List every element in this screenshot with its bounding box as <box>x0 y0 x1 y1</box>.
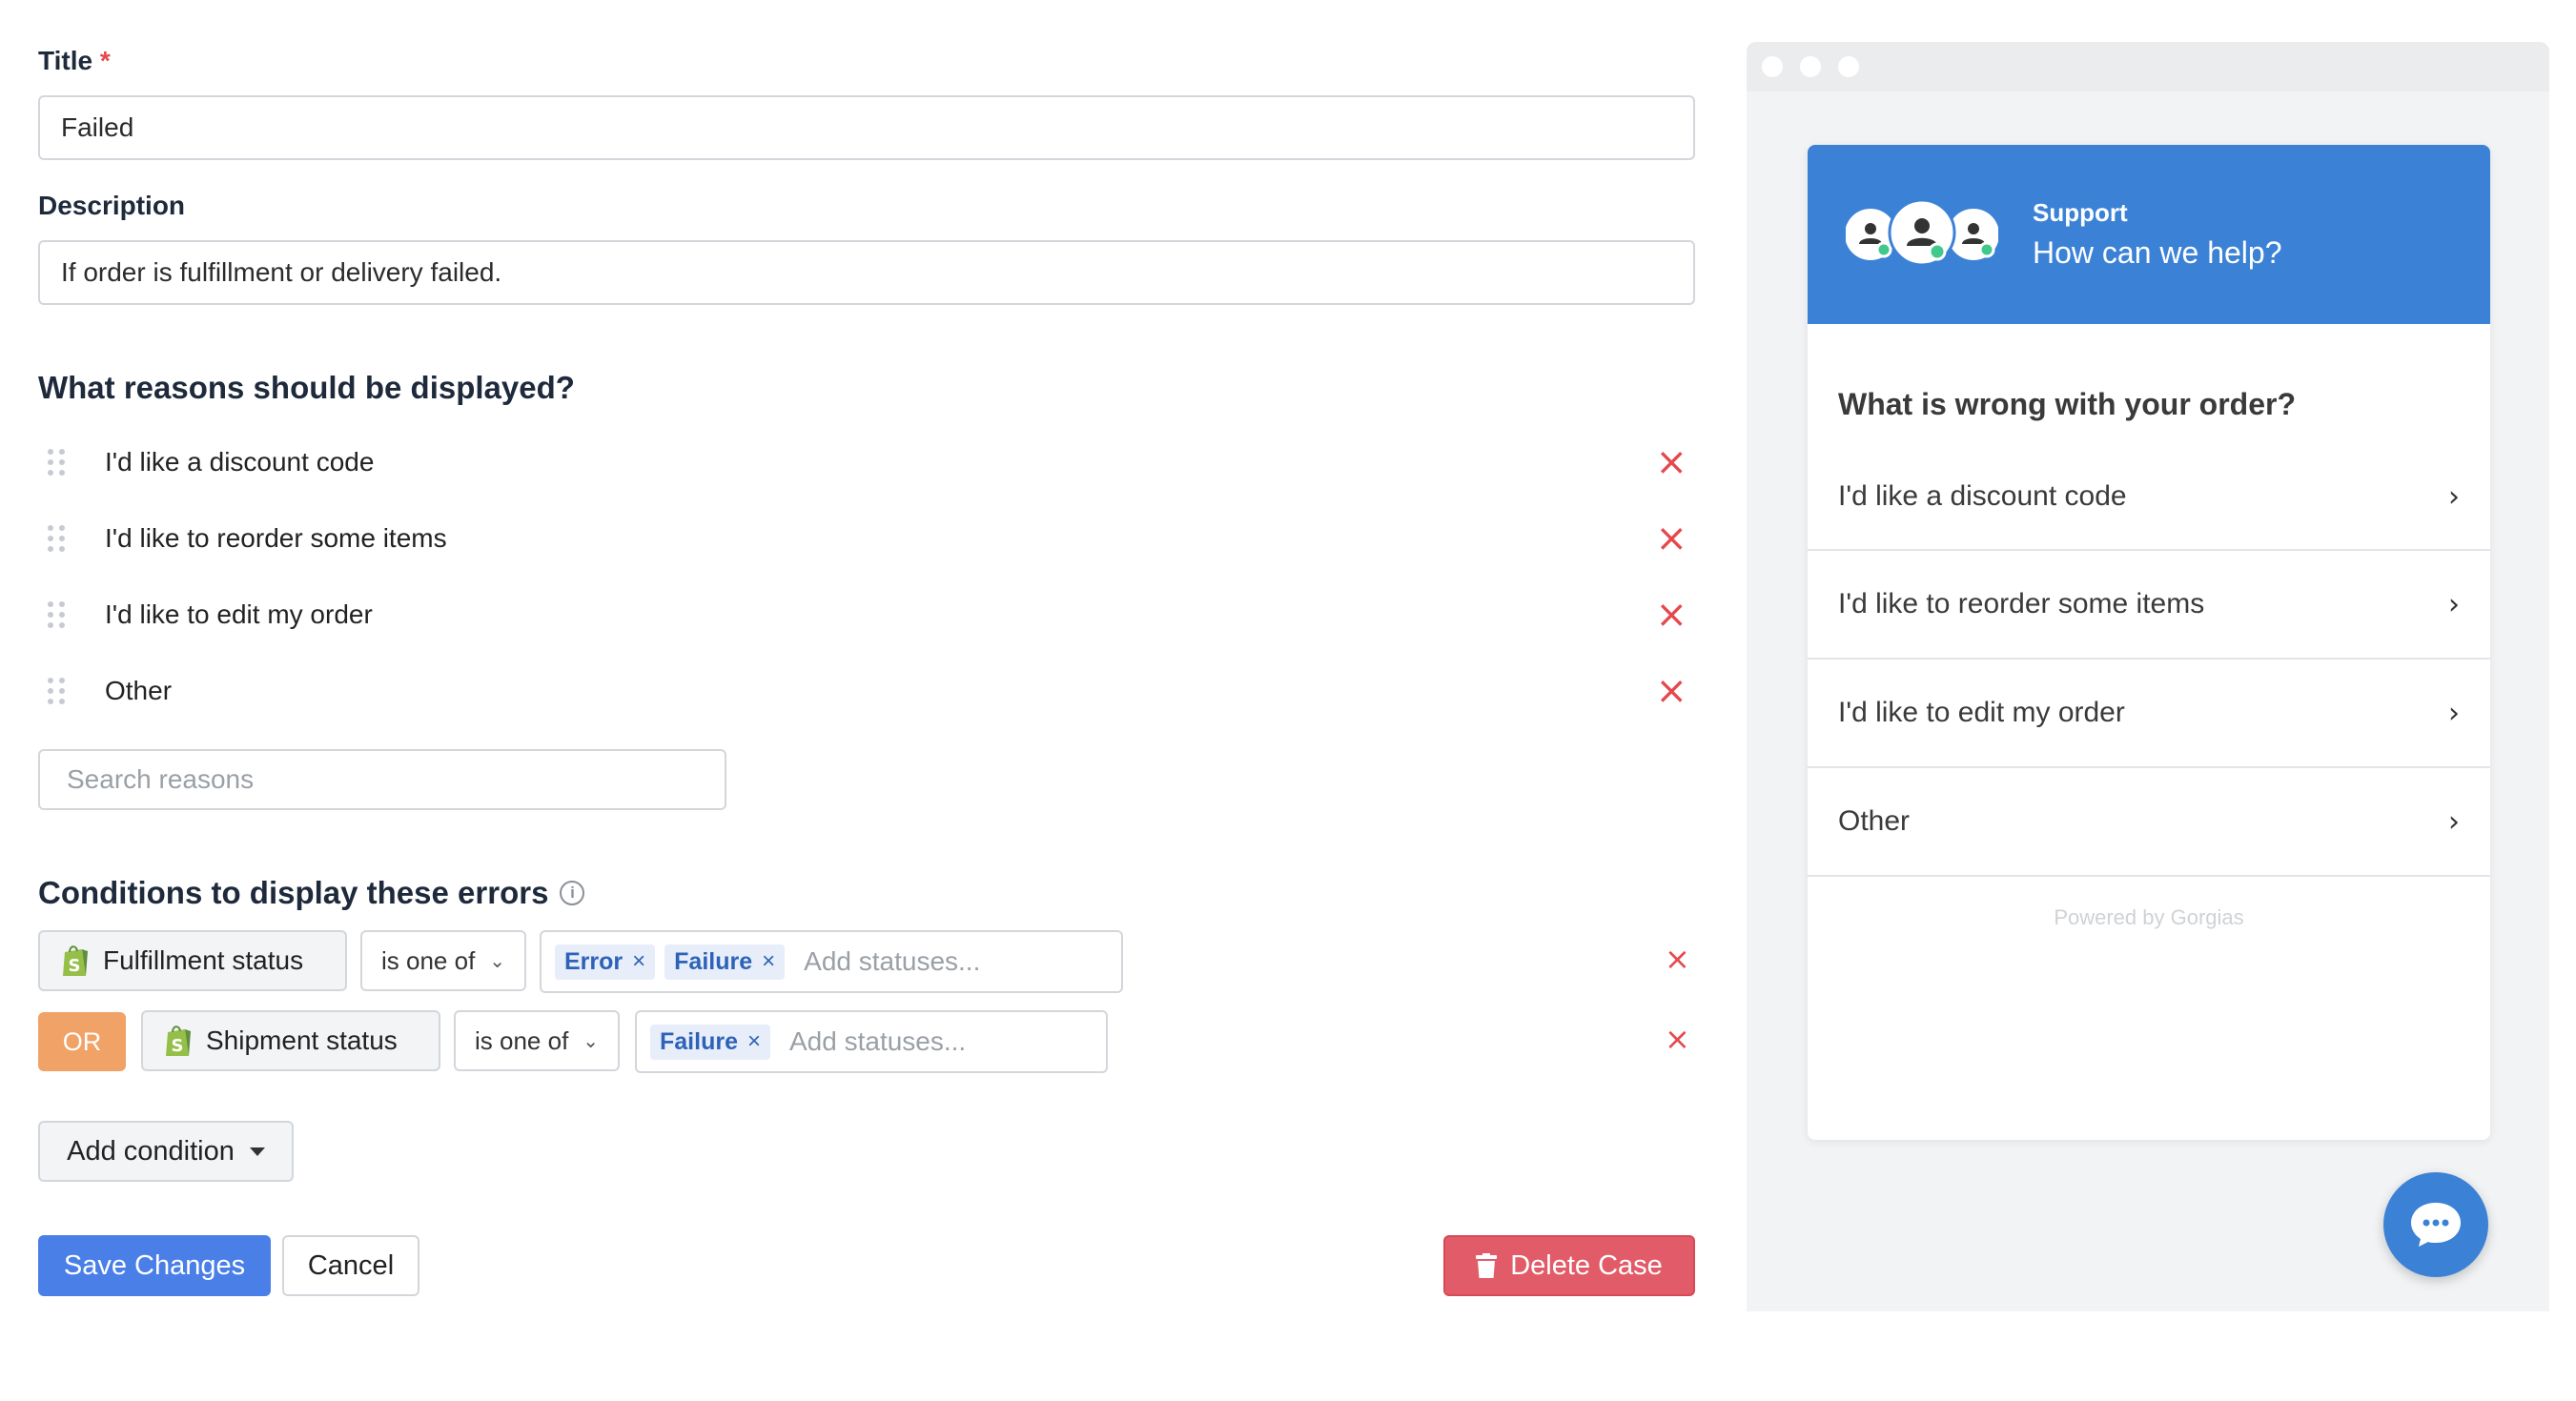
remove-reason-icon[interactable]: × <box>1655 519 1687 558</box>
chevron-down-icon: ⌄ <box>489 950 505 972</box>
title-input-value: Failed <box>61 112 134 142</box>
widget-reason-label: I'd like to reorder some items <box>1838 588 2205 619</box>
reason-row[interactable]: Other × <box>48 669 1697 713</box>
reason-label: I'd like to edit my order <box>105 599 373 629</box>
add-statuses-placeholder: Add statuses... <box>804 946 981 976</box>
agent-avatars <box>1845 196 1999 273</box>
widget-header-text: Support How can we help? <box>2033 198 2281 271</box>
remove-tag-icon[interactable]: × <box>632 948 645 975</box>
add-condition-button[interactable]: Add condition <box>38 1121 294 1182</box>
add-condition-label: Add condition <box>67 1135 235 1167</box>
search-reasons-input[interactable]: Search reasons <box>38 749 726 810</box>
description-label: Description <box>38 191 186 220</box>
description-input-value: If order is fulfillment or delivery fail… <box>61 257 502 287</box>
widget-reason-item[interactable]: Other › <box>1808 768 2490 877</box>
cancel-button[interactable]: Cancel <box>282 1235 419 1296</box>
reason-row[interactable]: I'd like to reorder some items × <box>48 517 1697 560</box>
chat-widget: Support How can we help? What is wrong w… <box>1808 145 2490 1140</box>
title-input[interactable]: Failed <box>38 95 1695 160</box>
condition-field-fulfillment[interactable]: S Fulfillment status <box>38 930 347 991</box>
chevron-down-icon: ⌄ <box>583 1030 599 1052</box>
reason-label: I'd like a discount code <box>105 447 375 477</box>
operator-value: is one of <box>381 945 476 975</box>
remove-reason-icon[interactable]: × <box>1655 672 1687 710</box>
chevron-right-icon: › <box>2448 587 2460 621</box>
drag-handle-icon[interactable] <box>48 678 67 704</box>
status-tag[interactable]: Error × <box>555 944 656 980</box>
powered-by-text: Powered by Gorgias <box>2054 905 2244 929</box>
chevron-right-icon: › <box>2448 696 2460 730</box>
widget-reason-label: Other <box>1838 805 1911 837</box>
status-tag-label: Failure <box>674 947 753 975</box>
status-tags-input[interactable]: Error × Failure × Add statuses... <box>540 930 1123 993</box>
chat-bubble-icon <box>2411 1203 2461 1247</box>
widget-reason-item[interactable]: I'd like a discount code › <box>1808 444 2490 551</box>
remove-reason-icon[interactable]: × <box>1655 596 1687 634</box>
reasons-heading: What reasons should be displayed? <box>38 370 575 405</box>
remove-condition-icon[interactable]: × <box>1665 1024 1690 1054</box>
widget-header-subtitle: How can we help? <box>2033 235 2282 270</box>
info-icon[interactable]: i <box>560 881 585 905</box>
widget-question: What is wrong with your order? <box>1838 387 2296 421</box>
remove-condition-icon[interactable]: × <box>1665 944 1690 974</box>
conditions-heading-text: Conditions to display these errors <box>38 875 549 910</box>
widget-reason-label: I'd like a discount code <box>1838 480 2127 512</box>
chat-launcher-button[interactable] <box>2383 1172 2488 1277</box>
shopify-icon: S <box>166 1025 191 1056</box>
condition-operator-select[interactable]: is one of ⌄ <box>360 930 526 991</box>
reason-label: I'd like to reorder some items <box>105 523 447 553</box>
window-dot-icon <box>1762 56 1783 77</box>
chevron-right-icon: › <box>2448 479 2460 514</box>
preview-window-titlebar <box>1747 42 2549 91</box>
reason-row[interactable]: I'd like to edit my order × <box>48 593 1697 637</box>
description-input[interactable]: If order is fulfillment or delivery fail… <box>38 240 1695 305</box>
widget-reason-item[interactable]: I'd like to reorder some items › <box>1808 551 2490 660</box>
status-tag[interactable]: Failure × <box>650 1024 770 1060</box>
reason-row[interactable]: I'd like a discount code × <box>48 440 1697 484</box>
status-tag-label: Failure <box>660 1027 738 1055</box>
widget-header: Support How can we help? <box>1808 145 2490 324</box>
caret-down-icon <box>249 1147 265 1156</box>
status-tag-label: Error <box>564 947 624 975</box>
add-statuses-placeholder: Add statuses... <box>789 1026 967 1056</box>
save-changes-button[interactable]: Save Changes <box>38 1235 271 1296</box>
remove-reason-icon[interactable]: × <box>1655 443 1687 481</box>
window-dot-icon <box>1838 56 1859 77</box>
or-connector-badge[interactable]: OR <box>38 1012 126 1071</box>
widget-header-title: Support <box>2033 198 2128 227</box>
delete-case-button[interactable]: Delete Case <box>1443 1235 1695 1296</box>
reason-label: Other <box>105 676 173 705</box>
condition-field-shipment[interactable]: S Shipment status <box>141 1010 440 1071</box>
title-label: Title * <box>38 46 111 75</box>
condition-field-label: Fulfillment status <box>103 945 304 975</box>
trash-icon <box>1476 1253 1498 1278</box>
window-dot-icon <box>1800 56 1821 77</box>
svg-text:S: S <box>69 956 81 976</box>
widget-reason-item[interactable]: I'd like to edit my order › <box>1808 660 2490 768</box>
status-tag[interactable]: Failure × <box>664 944 786 980</box>
required-mark: * <box>99 46 111 75</box>
drag-handle-icon[interactable] <box>48 449 67 476</box>
svg-text:S: S <box>172 1036 184 1056</box>
status-tags-input[interactable]: Failure × Add statuses... <box>635 1010 1108 1073</box>
remove-tag-icon[interactable]: × <box>762 948 775 975</box>
operator-value: is one of <box>475 1025 569 1055</box>
chevron-right-icon: › <box>2448 804 2460 839</box>
conditions-heading: Conditions to display these errors i <box>38 875 585 911</box>
remove-tag-icon[interactable]: × <box>747 1028 761 1055</box>
drag-handle-icon[interactable] <box>48 525 67 552</box>
drag-handle-icon[interactable] <box>48 601 67 628</box>
condition-field-label: Shipment status <box>206 1025 398 1055</box>
condition-operator-select[interactable]: is one of ⌄ <box>454 1010 620 1071</box>
widget-reason-label: I'd like to edit my order <box>1838 697 2125 728</box>
avatar-icon <box>1845 198 1999 267</box>
delete-case-label: Delete Case <box>1510 1249 1663 1281</box>
search-reasons-placeholder: Search reasons <box>67 764 255 794</box>
shopify-icon: S <box>63 945 88 976</box>
